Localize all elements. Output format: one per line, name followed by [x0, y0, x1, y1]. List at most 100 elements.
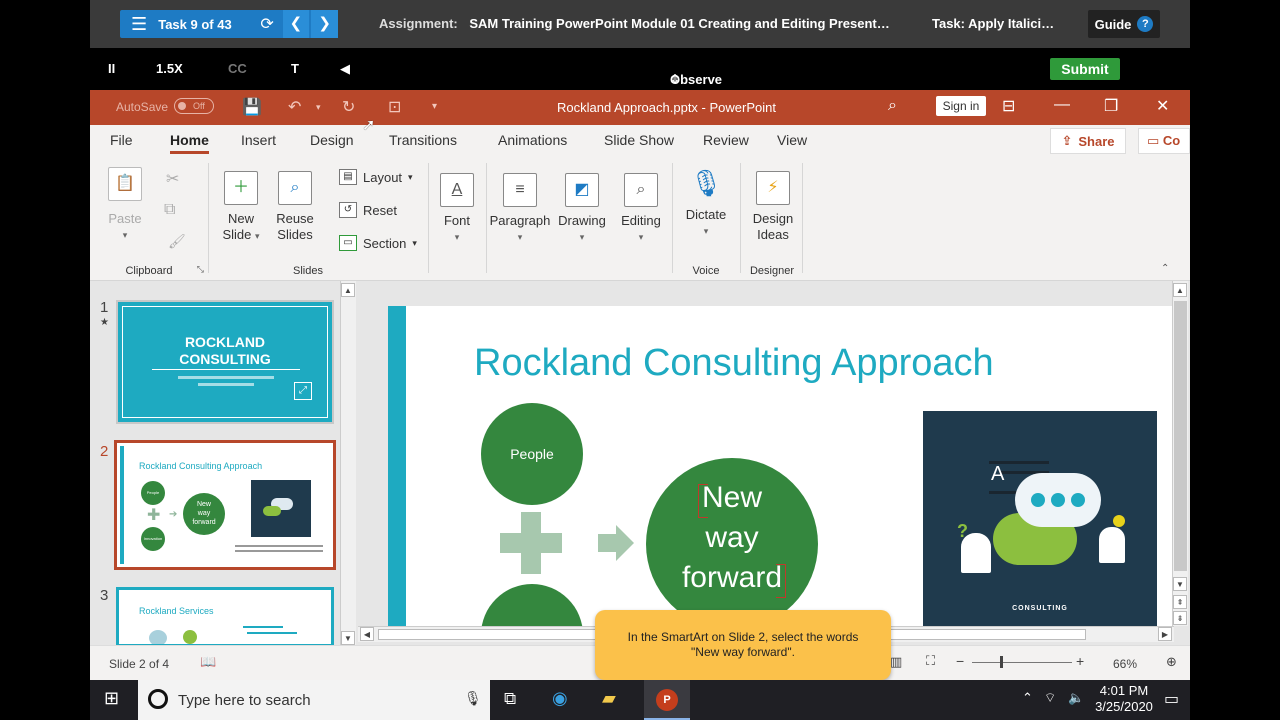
paragraph-button[interactable]: ≡ Paragraph ▾: [488, 173, 552, 245]
zoom-in-icon[interactable]: +: [1076, 653, 1084, 669]
design-ideas-button[interactable]: ⚡ Design Ideas: [748, 171, 798, 243]
scroll-down-icon[interactable]: ▼: [341, 631, 355, 645]
autosave-toggle[interactable]: Off: [174, 98, 214, 114]
thumbnail-scrollbar[interactable]: ▲ ▼: [340, 281, 356, 645]
guide-button[interactable]: Guide ?: [1088, 10, 1160, 38]
new-slide-dropdown-icon: ▾: [255, 231, 260, 241]
smartart-innovation-shape[interactable]: [481, 584, 583, 626]
file-explorer-icon[interactable]: ▰: [602, 688, 616, 709]
system-clock[interactable]: 4:01 PM 3/25/2020: [1094, 683, 1154, 720]
undo-icon[interactable]: ↶: [288, 97, 301, 117]
mouse-cursor-icon: ➚: [362, 117, 376, 134]
tab-design[interactable]: Design: [310, 132, 354, 148]
comments-button[interactable]: ▭ Co: [1138, 128, 1190, 154]
smartart-text-new[interactable]: New: [646, 478, 818, 518]
tab-review[interactable]: Review: [703, 132, 749, 148]
taskbar-search-box[interactable]: Type here to search 🎙: [138, 680, 490, 720]
consulting-illustration[interactable]: A ? CONSULTING: [923, 411, 1157, 626]
copy-icon[interactable]: ⧉: [164, 201, 175, 219]
smartart-arrow-shape[interactable]: [598, 525, 634, 561]
reuse-slides-button[interactable]: ⌕ Reuse Slides: [271, 171, 319, 243]
slideshow-view-icon[interactable]: ⛶: [926, 653, 935, 669]
drawing-button[interactable]: ◩ Drawing ▾: [556, 173, 608, 245]
smartart-text-way[interactable]: way: [646, 518, 818, 558]
cut-icon[interactable]: ✂: [166, 169, 179, 189]
layout-button[interactable]: ▤ Layout ▾: [339, 169, 413, 185]
smartart-people-shape[interactable]: People: [481, 403, 583, 505]
previous-task-button[interactable]: ❮: [282, 10, 310, 38]
search-icon[interactable]: ⌕: [888, 97, 897, 115]
close-icon[interactable]: ✕: [1156, 96, 1169, 116]
tab-view[interactable]: View: [777, 132, 807, 148]
redo-icon[interactable]: ↻: [342, 97, 355, 117]
sign-in-button[interactable]: Sign in: [936, 96, 986, 116]
slide-thumbnail-2[interactable]: Rockland Consulting Approach People ✚ ➔ …: [114, 440, 336, 570]
scroll-left-icon[interactable]: ◀: [360, 627, 374, 641]
refresh-icon[interactable]: ⟳: [254, 14, 281, 34]
volume-icon[interactable]: 🔈: [1068, 690, 1084, 720]
powerpoint-taskbar-button[interactable]: P: [644, 680, 690, 720]
previous-slide-icon[interactable]: ⇞: [1173, 595, 1187, 609]
show-hidden-icons-icon[interactable]: ⌃: [1022, 690, 1033, 720]
slide-title[interactable]: Rockland Consulting Approach: [474, 342, 994, 385]
tab-slide-show[interactable]: Slide Show: [604, 132, 674, 148]
section-button[interactable]: ▭ Section ▾: [339, 235, 417, 251]
start-slideshow-icon[interactable]: ⊡: [388, 97, 401, 117]
restore-icon[interactable]: ❐: [1104, 96, 1118, 116]
smartart-new-way-forward-shape[interactable]: New way forward: [646, 458, 818, 626]
network-icon[interactable]: ⌔: [1044, 690, 1056, 720]
share-button[interactable]: ⇪ Share: [1050, 128, 1126, 154]
tab-file[interactable]: File: [110, 132, 133, 148]
transcript-button[interactable]: T: [291, 61, 299, 76]
captions-button[interactable]: CC: [228, 61, 247, 76]
slide-canvas[interactable]: Rockland Consulting Approach People New …: [388, 306, 1173, 626]
scroll-right-icon[interactable]: ▶: [1158, 627, 1172, 641]
tab-insert[interactable]: Insert: [241, 132, 276, 148]
smartart-text-forward[interactable]: forward: [646, 558, 818, 598]
menu-icon[interactable]: ☰: [120, 14, 158, 35]
speed-button[interactable]: 1.5X: [156, 61, 183, 76]
slide-thumbnail-1[interactable]: ROCKLAND CONSULTING ⤢: [116, 300, 334, 424]
smartart-plus-shape[interactable]: [500, 512, 562, 574]
save-icon[interactable]: 💾: [242, 97, 262, 117]
new-slide-button[interactable]: ＋ New Slide ▾: [219, 171, 263, 244]
tab-home[interactable]: Home: [170, 132, 209, 154]
scroll-up-icon[interactable]: ▲: [341, 283, 355, 297]
reset-button[interactable]: ↺ Reset: [339, 202, 397, 218]
pause-button[interactable]: II: [108, 61, 115, 76]
zoom-out-icon[interactable]: −: [956, 653, 964, 669]
task-view-icon[interactable]: ⧉: [504, 689, 516, 709]
dictate-button[interactable]: 🎙 Dictate ▾: [680, 167, 732, 239]
font-button[interactable]: A Font ▾: [440, 173, 474, 245]
editing-button[interactable]: ⌕ Editing ▾: [618, 173, 664, 245]
tab-transitions[interactable]: Transitions: [389, 132, 457, 148]
scroll-down-icon[interactable]: ▼: [1173, 577, 1187, 591]
next-slide-icon[interactable]: ⇟: [1173, 611, 1187, 625]
selection-start-marker: [698, 484, 708, 518]
scroll-up-icon[interactable]: ▲: [1173, 283, 1187, 297]
slide-thumbnail-3[interactable]: Rockland Services: [116, 587, 334, 647]
undo-dropdown-icon[interactable]: ▾: [316, 102, 321, 113]
tab-animations[interactable]: Animations: [498, 132, 567, 148]
microphone-icon[interactable]: 🎙: [464, 690, 482, 707]
spelling-check-icon[interactable]: 📖: [200, 654, 216, 670]
format-painter-icon[interactable]: 🖌: [168, 233, 186, 250]
edge-browser-icon[interactable]: ◉: [552, 688, 568, 709]
ribbon-display-options-icon[interactable]: ⊟: [1002, 96, 1015, 116]
zoom-slider-thumb[interactable]: [1000, 656, 1003, 668]
submit-button[interactable]: Submit: [1050, 58, 1120, 80]
zoom-slider[interactable]: [972, 656, 1072, 668]
collapse-ribbon-icon[interactable]: ⌃: [1161, 263, 1169, 274]
customize-toolbar-icon[interactable]: ▾: [432, 101, 437, 112]
windows-start-icon[interactable]: ⊞: [104, 688, 119, 709]
minimize-icon[interactable]: —: [1054, 96, 1070, 114]
next-task-button[interactable]: ❯: [311, 10, 338, 38]
consulting-caption: CONSULTING: [1012, 605, 1068, 612]
zoom-level[interactable]: 66%: [1113, 657, 1137, 671]
paste-button[interactable]: 📋 Paste ▾: [104, 167, 146, 243]
volume-icon[interactable]: ◀: [340, 61, 350, 77]
fit-to-window-icon[interactable]: ⊕: [1166, 654, 1177, 670]
notifications-icon[interactable]: ▭: [1164, 689, 1179, 720]
reading-view-icon[interactable]: ▥: [890, 654, 902, 670]
slide-vertical-scrollbar[interactable]: ▲ ▼ ⇞ ⇟: [1172, 281, 1188, 626]
